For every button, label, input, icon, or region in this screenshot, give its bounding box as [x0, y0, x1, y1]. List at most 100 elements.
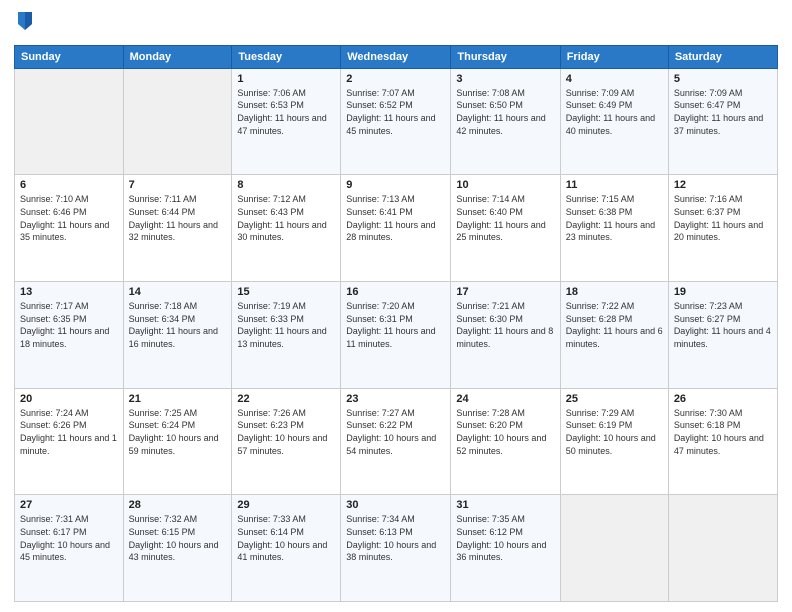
day-number: 29	[237, 499, 335, 511]
calendar-cell: 23 Sunrise: 7:27 AM Sunset: 6:22 PM Dayli…	[341, 388, 451, 495]
day-number: 14	[129, 286, 227, 298]
day-info: Sunrise: 7:23 AM Sunset: 6:27 PM Dayligh…	[674, 300, 772, 350]
calendar-cell: 28 Sunrise: 7:32 AM Sunset: 6:15 PM Dayli…	[123, 495, 232, 602]
calendar-cell: 12 Sunrise: 7:16 AM Sunset: 6:37 PM Dayli…	[668, 175, 777, 282]
logo-icon	[16, 10, 34, 32]
calendar-cell	[15, 68, 124, 175]
day-info: Sunrise: 7:28 AM Sunset: 6:20 PM Dayligh…	[456, 407, 554, 457]
weekday-header-sunday: Sunday	[15, 45, 124, 68]
calendar-cell: 15 Sunrise: 7:19 AM Sunset: 6:33 PM Dayli…	[232, 282, 341, 389]
day-info: Sunrise: 7:25 AM Sunset: 6:24 PM Dayligh…	[129, 407, 227, 457]
calendar-cell: 17Sunrise: 7:21 AM Sunset: 6:30 PM Dayli…	[451, 282, 560, 389]
calendar-cell: 7 Sunrise: 7:11 AM Sunset: 6:44 PM Daylig…	[123, 175, 232, 282]
calendar-cell: 30 Sunrise: 7:34 AM Sunset: 6:13 PM Dayli…	[341, 495, 451, 602]
logo-text	[14, 10, 34, 37]
day-number: 4	[566, 73, 663, 85]
calendar-cell: 26 Sunrise: 7:30 AM Sunset: 6:18 PM Dayli…	[668, 388, 777, 495]
calendar-week-row: 6 Sunrise: 7:10 AM Sunset: 6:46 PM Daylig…	[15, 175, 778, 282]
day-info: Sunrise: 7:29 AM Sunset: 6:19 PM Dayligh…	[566, 407, 663, 457]
day-number: 28	[129, 499, 227, 511]
calendar-cell: 27 Sunrise: 7:31 AM Sunset: 6:17 PM Dayli…	[15, 495, 124, 602]
calendar-cell: 11 Sunrise: 7:15 AM Sunset: 6:38 PM Dayli…	[560, 175, 668, 282]
day-info: Sunrise: 7:07 AM Sunset: 6:52 PM Dayligh…	[346, 87, 445, 137]
day-info: Sunrise: 7:06 AM Sunset: 6:53 PM Dayligh…	[237, 87, 335, 137]
calendar-cell: 10Sunrise: 7:14 AM Sunset: 6:40 PM Dayli…	[451, 175, 560, 282]
day-info: Sunrise: 7:15 AM Sunset: 6:38 PM Dayligh…	[566, 193, 663, 243]
calendar-cell: 18 Sunrise: 7:22 AM Sunset: 6:28 PM Dayli…	[560, 282, 668, 389]
day-info: Sunrise: 7:20 AM Sunset: 6:31 PM Dayligh…	[346, 300, 445, 350]
day-info: Sunrise: 7:13 AM Sunset: 6:41 PM Dayligh…	[346, 193, 445, 243]
calendar-cell: 9 Sunrise: 7:13 AM Sunset: 6:41 PM Daylig…	[341, 175, 451, 282]
day-number: 25	[566, 393, 663, 405]
day-number: 30	[346, 499, 445, 511]
weekday-header-friday: Friday	[560, 45, 668, 68]
header	[14, 10, 778, 37]
day-number: 23	[346, 393, 445, 405]
day-number: 20	[20, 393, 118, 405]
day-number: 16	[346, 286, 445, 298]
day-info: Sunrise: 7:09 AM Sunset: 6:47 PM Dayligh…	[674, 87, 772, 137]
day-number: 8	[237, 179, 335, 191]
calendar-table: SundayMondayTuesdayWednesdayThursdayFrid…	[14, 45, 778, 602]
day-info: Sunrise: 7:16 AM Sunset: 6:37 PM Dayligh…	[674, 193, 772, 243]
day-number: 27	[20, 499, 118, 511]
calendar-cell: 24 Sunrise: 7:28 AM Sunset: 6:20 PM Dayli…	[451, 388, 560, 495]
calendar-cell: 29 Sunrise: 7:33 AM Sunset: 6:14 PM Dayli…	[232, 495, 341, 602]
day-number: 31	[456, 499, 554, 511]
day-info: Sunrise: 7:10 AM Sunset: 6:46 PM Dayligh…	[20, 193, 118, 243]
day-info: Sunrise: 7:22 AM Sunset: 6:28 PM Dayligh…	[566, 300, 663, 350]
calendar-cell: 22 Sunrise: 7:26 AM Sunset: 6:23 PM Dayli…	[232, 388, 341, 495]
logo	[14, 10, 34, 37]
calendar-cell	[560, 495, 668, 602]
weekday-header-saturday: Saturday	[668, 45, 777, 68]
day-number: 5	[674, 73, 772, 85]
day-info: Sunrise: 7:18 AM Sunset: 6:34 PM Dayligh…	[129, 300, 227, 350]
day-number: 24	[456, 393, 554, 405]
calendar-cell: 3Sunrise: 7:08 AM Sunset: 6:50 PM Daylig…	[451, 68, 560, 175]
day-number: 15	[237, 286, 335, 298]
calendar-header-row: SundayMondayTuesdayWednesdayThursdayFrid…	[15, 45, 778, 68]
day-number: 2	[346, 73, 445, 85]
day-info: Sunrise: 7:11 AM Sunset: 6:44 PM Dayligh…	[129, 193, 227, 243]
day-info: Sunrise: 7:32 AM Sunset: 6:15 PM Dayligh…	[129, 513, 227, 563]
day-number: 7	[129, 179, 227, 191]
day-info: Sunrise: 7:30 AM Sunset: 6:18 PM Dayligh…	[674, 407, 772, 457]
calendar-cell: 2 Sunrise: 7:07 AM Sunset: 6:52 PM Daylig…	[341, 68, 451, 175]
day-info: Sunrise: 7:19 AM Sunset: 6:33 PM Dayligh…	[237, 300, 335, 350]
day-number: 26	[674, 393, 772, 405]
page: SundayMondayTuesdayWednesdayThursdayFrid…	[0, 0, 792, 612]
day-number: 12	[674, 179, 772, 191]
calendar-cell: 4Sunrise: 7:09 AM Sunset: 6:49 PM Daylig…	[560, 68, 668, 175]
calendar-cell: 20Sunrise: 7:24 AM Sunset: 6:26 PM Dayli…	[15, 388, 124, 495]
calendar-cell: 21Sunrise: 7:25 AM Sunset: 6:24 PM Dayli…	[123, 388, 232, 495]
day-number: 13	[20, 286, 118, 298]
day-info: Sunrise: 7:21 AM Sunset: 6:30 PM Dayligh…	[456, 300, 554, 350]
day-number: 18	[566, 286, 663, 298]
calendar-cell: 31 Sunrise: 7:35 AM Sunset: 6:12 PM Dayli…	[451, 495, 560, 602]
calendar-week-row: 1 Sunrise: 7:06 AM Sunset: 6:53 PM Daylig…	[15, 68, 778, 175]
calendar-cell	[123, 68, 232, 175]
day-number: 9	[346, 179, 445, 191]
weekday-header-monday: Monday	[123, 45, 232, 68]
day-number: 3	[456, 73, 554, 85]
calendar-cell: 25 Sunrise: 7:29 AM Sunset: 6:19 PM Dayli…	[560, 388, 668, 495]
calendar-week-row: 20Sunrise: 7:24 AM Sunset: 6:26 PM Dayli…	[15, 388, 778, 495]
day-info: Sunrise: 7:33 AM Sunset: 6:14 PM Dayligh…	[237, 513, 335, 563]
day-number: 1	[237, 73, 335, 85]
day-info: Sunrise: 7:35 AM Sunset: 6:12 PM Dayligh…	[456, 513, 554, 563]
calendar-week-row: 13Sunrise: 7:17 AM Sunset: 6:35 PM Dayli…	[15, 282, 778, 389]
day-number: 6	[20, 179, 118, 191]
day-info: Sunrise: 7:26 AM Sunset: 6:23 PM Dayligh…	[237, 407, 335, 457]
day-info: Sunrise: 7:34 AM Sunset: 6:13 PM Dayligh…	[346, 513, 445, 563]
day-info: Sunrise: 7:31 AM Sunset: 6:17 PM Dayligh…	[20, 513, 118, 563]
weekday-header-tuesday: Tuesday	[232, 45, 341, 68]
day-number: 19	[674, 286, 772, 298]
calendar-cell: 13Sunrise: 7:17 AM Sunset: 6:35 PM Dayli…	[15, 282, 124, 389]
day-info: Sunrise: 7:12 AM Sunset: 6:43 PM Dayligh…	[237, 193, 335, 243]
day-number: 22	[237, 393, 335, 405]
weekday-header-wednesday: Wednesday	[341, 45, 451, 68]
day-info: Sunrise: 7:27 AM Sunset: 6:22 PM Dayligh…	[346, 407, 445, 457]
calendar-cell: 5 Sunrise: 7:09 AM Sunset: 6:47 PM Daylig…	[668, 68, 777, 175]
calendar-cell: 14 Sunrise: 7:18 AM Sunset: 6:34 PM Dayli…	[123, 282, 232, 389]
day-number: 11	[566, 179, 663, 191]
